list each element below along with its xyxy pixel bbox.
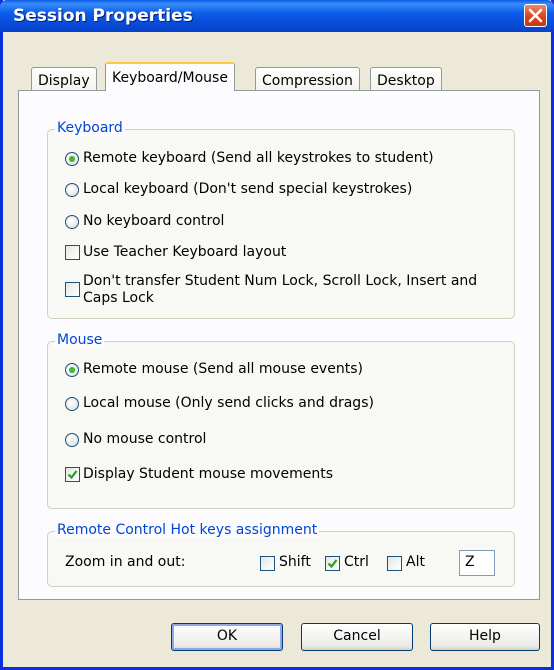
tab-panel: Keyboard Remote keyboard (Send all keyst… bbox=[18, 90, 540, 600]
radio-no-keyboard[interactable] bbox=[65, 215, 79, 229]
checkbox-alt-label: Alt bbox=[406, 554, 425, 570]
title-bar[interactable]: Session Properties bbox=[0, 0, 554, 32]
radio-local-keyboard[interactable] bbox=[65, 183, 79, 197]
window-title: Session Properties bbox=[13, 6, 193, 26]
radio-local-mouse-label: Local mouse (Only send clicks and drags) bbox=[83, 395, 374, 411]
cancel-button[interactable]: Cancel bbox=[301, 623, 413, 651]
radio-no-keyboard-label: No keyboard control bbox=[83, 213, 225, 229]
close-icon bbox=[528, 8, 543, 23]
session-properties-dialog: Session Properties Display Keyboard/Mous… bbox=[0, 0, 554, 670]
radio-local-keyboard-label: Local keyboard (Don't send special keyst… bbox=[83, 181, 413, 197]
hotkey-input[interactable]: Z bbox=[459, 550, 495, 576]
checkbox-dont-transfer-locks-label-line1: Don't transfer Student Num Lock, Scroll … bbox=[83, 273, 478, 289]
close-button[interactable] bbox=[524, 4, 547, 27]
zoom-label: Zoom in and out: bbox=[65, 554, 186, 570]
radio-remote-keyboard-label: Remote keyboard (Send all keystrokes to … bbox=[83, 150, 434, 166]
checkmark-icon bbox=[327, 559, 338, 569]
checkbox-shift[interactable] bbox=[260, 556, 275, 571]
checkbox-ctrl[interactable] bbox=[325, 556, 340, 571]
ok-button[interactable]: OK bbox=[171, 623, 283, 651]
checkbox-dont-transfer-locks[interactable] bbox=[65, 282, 80, 297]
radio-remote-mouse-label: Remote mouse (Send all mouse events) bbox=[83, 361, 363, 377]
checkbox-shift-label: Shift bbox=[279, 554, 311, 570]
checkbox-display-mouse-movements-label: Display Student mouse movements bbox=[83, 466, 334, 482]
radio-remote-keyboard[interactable] bbox=[65, 152, 79, 166]
checkbox-teacher-keyboard-layout-label: Use Teacher Keyboard layout bbox=[83, 244, 287, 260]
radio-local-mouse[interactable] bbox=[65, 397, 79, 411]
checkbox-ctrl-label: Ctrl bbox=[344, 554, 369, 570]
radio-no-mouse[interactable] bbox=[65, 433, 79, 447]
radio-remote-mouse[interactable] bbox=[65, 363, 79, 377]
mouse-legend: Mouse bbox=[55, 332, 105, 348]
checkbox-dont-transfer-locks-label-line2: Caps Lock bbox=[83, 290, 154, 306]
radio-no-mouse-label: No mouse control bbox=[83, 431, 207, 447]
checkmark-icon bbox=[67, 470, 78, 480]
checkbox-display-mouse-movements[interactable] bbox=[65, 467, 80, 482]
checkbox-alt[interactable] bbox=[387, 556, 402, 571]
keyboard-legend: Keyboard bbox=[55, 120, 125, 136]
tab-keyboard-mouse[interactable]: Keyboard/Mouse bbox=[105, 62, 235, 91]
hotkeys-legend: Remote Control Hot keys assignment bbox=[55, 522, 320, 538]
help-button[interactable]: Help bbox=[430, 623, 540, 651]
checkbox-teacher-keyboard-layout[interactable] bbox=[65, 245, 80, 260]
